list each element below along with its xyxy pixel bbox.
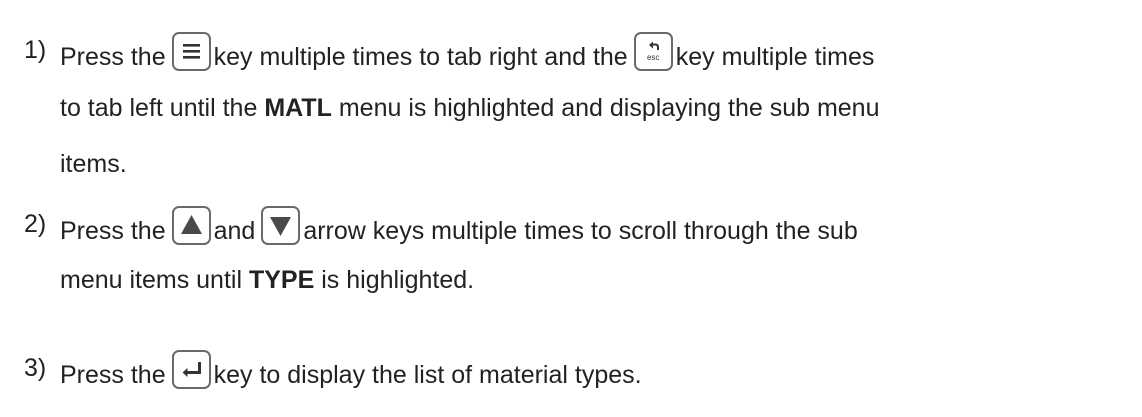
step-text: menu is highlighted and displaying the s…	[338, 94, 880, 122]
step-text: is highlighted.	[321, 266, 475, 294]
step-text: menu items until	[60, 266, 243, 294]
up-arrow-key-icon	[171, 206, 211, 245]
step-number: 3)	[24, 354, 47, 382]
step-text: and	[213, 217, 256, 245]
step-text: to tab left until the	[60, 94, 258, 122]
esc-key-icon: esc	[633, 32, 673, 71]
triangle-up-icon	[180, 215, 202, 234]
back-arrow-icon	[648, 41, 659, 50]
step-number: 2)	[24, 210, 47, 238]
enter-key-icon	[171, 350, 211, 389]
esc-label: esc	[646, 53, 660, 62]
step-text: items.	[60, 150, 127, 178]
step-text: Press the	[60, 217, 166, 245]
step-text: Press the	[60, 361, 166, 389]
menu-name-matl: MATL	[264, 94, 332, 122]
step-text: Press the	[60, 43, 166, 71]
menu-item-type: TYPE	[248, 266, 315, 294]
step-number: 1)	[24, 36, 47, 64]
menu-key-icon	[171, 32, 211, 71]
step-text: key multiple times to tab right and the	[213, 43, 628, 71]
step-text: key multiple times	[675, 43, 875, 71]
triangle-down-icon	[270, 217, 292, 236]
enter-icon	[182, 362, 201, 377]
step-text: key to display the list of material type…	[213, 361, 642, 389]
step-text: arrow keys multiple times to scroll thro…	[303, 217, 858, 245]
down-arrow-key-icon	[261, 206, 301, 245]
